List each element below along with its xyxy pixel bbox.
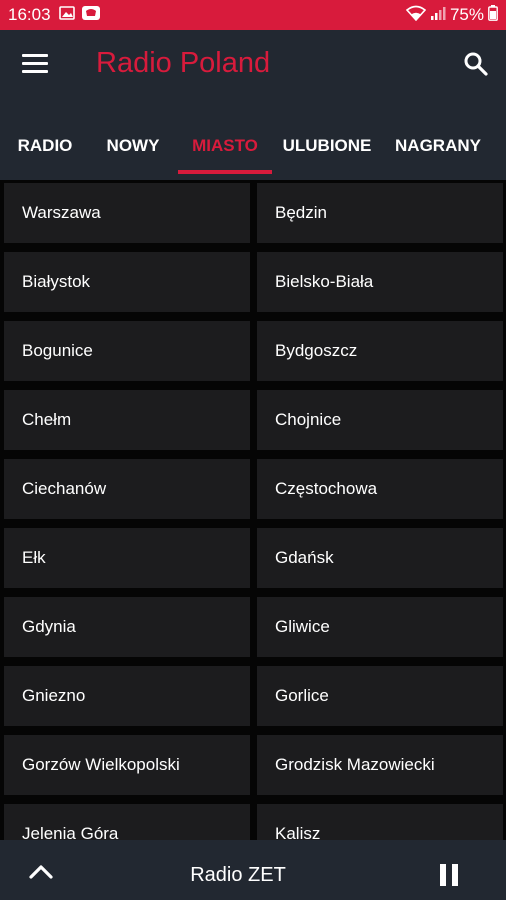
city-tile[interactable]: Gdańsk [257,528,503,588]
city-tile[interactable]: Warszawa [4,183,250,243]
now-playing-station: Radio ZET [190,864,286,886]
city-tile[interactable]: Chełm [4,390,250,450]
hamburger-menu-icon[interactable] [22,54,48,76]
city-tile[interactable]: Białystok [4,252,250,312]
city-tile[interactable]: Gniezno [4,666,250,726]
tab-bar: RADIO NOWY MIASTO ULUBIONE NAGRANY [0,118,506,178]
city-tile[interactable]: Ełk [4,528,250,588]
tab-miasto[interactable]: MIASTO [178,118,272,174]
app-title: Radio Poland [96,47,271,79]
gallery-icon [58,5,75,25]
app-notification-icon [81,5,101,26]
battery-level: 75% [449,5,484,24]
city-tile[interactable]: Częstochowa [257,459,503,519]
city-tile[interactable]: Bogunice [4,321,250,381]
city-tile[interactable]: Chojnice [257,390,503,450]
pause-icon[interactable] [440,864,462,888]
status-right: 75% [405,4,498,26]
signal-icon [430,5,446,26]
active-tab-indicator [178,170,272,174]
city-tile[interactable]: Kalisz [257,804,503,840]
search-icon[interactable] [462,50,490,78]
city-list[interactable]: Warszawa Będzin Białystok Bielsko-Biała … [0,180,506,840]
tab-nowy[interactable]: NOWY [88,118,178,174]
tab-ulubione[interactable]: ULUBIONE [272,118,382,174]
city-tile[interactable]: Gdynia [4,597,250,657]
city-tile[interactable]: Bydgoszcz [257,321,503,381]
city-tile[interactable]: Grodzisk Mazowiecki [257,735,503,795]
city-tile[interactable]: Ciechanów [4,459,250,519]
battery-icon [488,4,498,26]
city-tile[interactable]: Gliwice [257,597,503,657]
city-tile[interactable]: Gorzów Wielkopolski [4,735,250,795]
status-bar: 16:03 75% [0,0,506,30]
city-tile[interactable]: Będzin [257,183,503,243]
status-time: 16:03 [8,5,51,24]
tab-radio[interactable]: RADIO [0,118,90,174]
app-bar: Radio Poland RADIO NOWY MIASTO ULUBIONE … [0,30,506,180]
wifi-icon [405,5,427,26]
city-tile[interactable]: Bielsko-Biała [257,252,503,312]
tab-nagrany[interactable]: NAGRANY [384,118,492,174]
mini-player: Radio ZET [0,840,506,900]
city-tile[interactable]: Gorlice [257,666,503,726]
city-tile[interactable]: Jelenia Góra [4,804,250,840]
